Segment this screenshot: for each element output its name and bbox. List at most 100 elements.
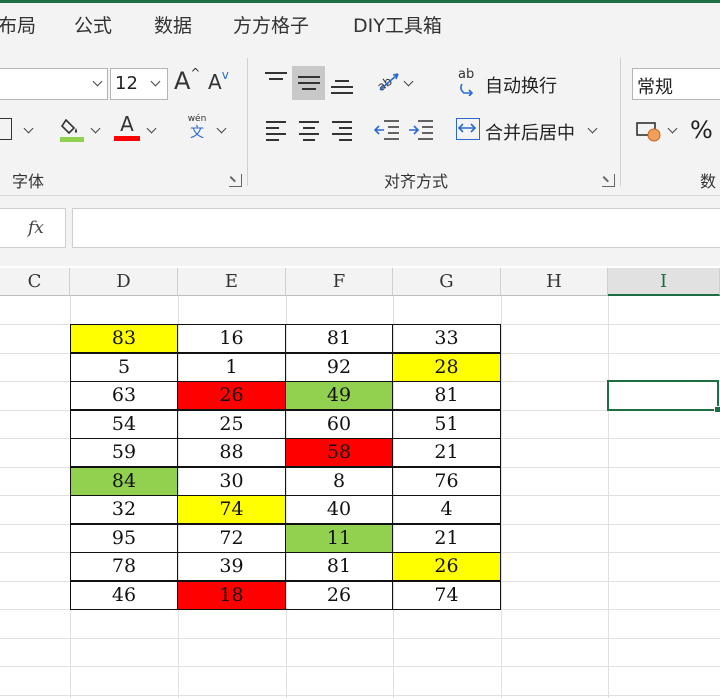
menu-bar: 布局 公式 数据 方方格子 DIY工具箱 xyxy=(0,0,720,50)
table-cell[interactable]: 26 xyxy=(177,381,286,410)
column-header-h[interactable]: H xyxy=(501,268,608,296)
orientation-icon[interactable]: ab xyxy=(374,68,402,94)
table-cell[interactable]: 21 xyxy=(392,524,501,553)
percent-style-button[interactable]: % xyxy=(690,116,713,144)
phonetic-icon[interactable]: wén 文 xyxy=(184,114,210,142)
alignment-dialog-launcher-icon[interactable] xyxy=(602,174,615,187)
font-size-box[interactable]: 12 xyxy=(110,68,168,100)
table-cell[interactable]: 74 xyxy=(392,581,501,610)
fill-color-icon[interactable] xyxy=(60,114,84,142)
font-color-icon[interactable]: A xyxy=(114,112,140,142)
selected-cell[interactable] xyxy=(607,380,719,411)
merge-center-button[interactable]: 合并后居中 xyxy=(485,119,575,145)
table-cell[interactable]: 54 xyxy=(70,410,178,439)
column-header-f[interactable]: F xyxy=(286,268,393,296)
chevron-down-icon[interactable] xyxy=(216,123,227,134)
table-cell[interactable]: 49 xyxy=(285,381,393,410)
font-name-box[interactable] xyxy=(0,68,108,100)
table-cell[interactable]: 63 xyxy=(70,381,178,410)
table-cell[interactable]: 60 xyxy=(285,410,393,439)
table-cell[interactable]: 95 xyxy=(70,524,178,553)
svg-text:ab: ab xyxy=(375,74,395,94)
table-cell[interactable]: 8 xyxy=(285,467,393,496)
table-cell[interactable]: 58 xyxy=(285,438,393,467)
table-cell[interactable]: 40 xyxy=(285,495,393,524)
increase-indent-icon[interactable] xyxy=(408,118,434,142)
align-right-icon[interactable] xyxy=(332,121,352,141)
ribbon: 12 A^ Av A wén 文 字体 ab ab 自动换行 合并后居中 对齐方… xyxy=(0,50,720,196)
table-cell[interactable]: 18 xyxy=(177,581,286,610)
grow-font-icon[interactable]: A^ xyxy=(174,66,200,95)
wrap-text-button[interactable]: 自动换行 xyxy=(485,72,557,98)
wrap-text-icon[interactable]: ab xyxy=(458,68,482,96)
fx-box: fx xyxy=(0,208,66,248)
table-cell[interactable]: 16 xyxy=(177,324,286,353)
column-header-g[interactable]: G xyxy=(393,268,501,296)
table-cell[interactable]: 46 xyxy=(70,581,178,610)
table-cell[interactable]: 72 xyxy=(177,524,286,553)
font-group-label: 字体 xyxy=(12,172,45,191)
column-header-i[interactable]: I xyxy=(608,268,720,296)
chevron-down-icon[interactable] xyxy=(667,123,678,134)
shrink-font-icon[interactable]: Av xyxy=(208,68,229,94)
table-cell[interactable]: 21 xyxy=(392,438,501,467)
align-left-icon[interactable] xyxy=(266,121,286,141)
fill-handle[interactable] xyxy=(714,406,720,413)
grid-line xyxy=(0,666,720,667)
align-center-icon[interactable] xyxy=(299,121,319,141)
table-cell[interactable]: 59 xyxy=(70,438,178,467)
table-cell[interactable]: 11 xyxy=(285,524,393,553)
table-cell[interactable]: 32 xyxy=(70,495,178,524)
formula-input[interactable] xyxy=(72,208,720,248)
column-header-e[interactable]: E xyxy=(178,268,286,296)
number-format-box[interactable]: 常规 xyxy=(632,68,720,100)
alignment-group-label: 对齐方式 xyxy=(384,172,449,191)
table-cell[interactable]: 5 xyxy=(70,353,178,382)
table-cell[interactable]: 78 xyxy=(70,552,178,581)
grid-line xyxy=(0,695,720,696)
table-cell[interactable]: 81 xyxy=(285,552,393,581)
table-cell[interactable]: 84 xyxy=(70,467,178,496)
font-dialog-launcher-icon[interactable] xyxy=(229,174,242,187)
merge-center-icon[interactable] xyxy=(456,118,480,140)
tab-diy-toolbox[interactable]: DIY工具箱 xyxy=(353,11,442,38)
table-cell[interactable]: 81 xyxy=(392,381,501,410)
chevron-down-icon[interactable] xyxy=(23,123,34,134)
table-cell[interactable]: 88 xyxy=(177,438,286,467)
tab-fangfang[interactable]: 方方格子 xyxy=(233,11,309,38)
table-cell[interactable]: 51 xyxy=(392,410,501,439)
align-bottom-icon[interactable] xyxy=(331,80,353,96)
insert-function-icon[interactable]: fx xyxy=(28,218,44,238)
table-cell[interactable]: 26 xyxy=(285,581,393,610)
table-cell[interactable]: 39 xyxy=(177,552,286,581)
table-cell[interactable]: 28 xyxy=(392,353,501,382)
column-header-d[interactable]: D xyxy=(70,268,178,296)
tab-formulas[interactable]: 公式 xyxy=(74,11,112,38)
table-cell[interactable]: 74 xyxy=(177,495,286,524)
chevron-down-icon[interactable] xyxy=(90,123,101,134)
number-group-label: 数 xyxy=(700,172,717,191)
table-cell[interactable]: 81 xyxy=(285,324,393,353)
table-cell[interactable]: 83 xyxy=(70,324,178,353)
border-icon[interactable] xyxy=(0,118,12,140)
table-cell[interactable]: 4 xyxy=(392,495,501,524)
align-top-icon[interactable] xyxy=(265,72,287,88)
table-cell[interactable]: 33 xyxy=(392,324,501,353)
tab-page-layout[interactable]: 布局 xyxy=(0,11,36,38)
font-size-value: 12 xyxy=(115,73,138,94)
chevron-down-icon[interactable] xyxy=(587,123,598,134)
table-cell[interactable]: 30 xyxy=(177,467,286,496)
table-cell[interactable]: 26 xyxy=(392,552,501,581)
align-middle-icon[interactable] xyxy=(298,76,320,92)
formula-bar: fx xyxy=(0,196,720,266)
table-cell[interactable]: 76 xyxy=(392,467,501,496)
tab-data[interactable]: 数据 xyxy=(154,11,192,38)
table-cell[interactable]: 1 xyxy=(177,353,286,382)
table-cell[interactable]: 25 xyxy=(177,410,286,439)
accounting-format-icon[interactable] xyxy=(636,120,662,142)
decrease-indent-icon[interactable] xyxy=(373,118,400,142)
table-cell[interactable]: 92 xyxy=(285,353,393,382)
chevron-down-icon[interactable] xyxy=(146,123,157,134)
chevron-down-icon[interactable] xyxy=(403,76,414,87)
column-header-c[interactable]: C xyxy=(0,268,70,296)
